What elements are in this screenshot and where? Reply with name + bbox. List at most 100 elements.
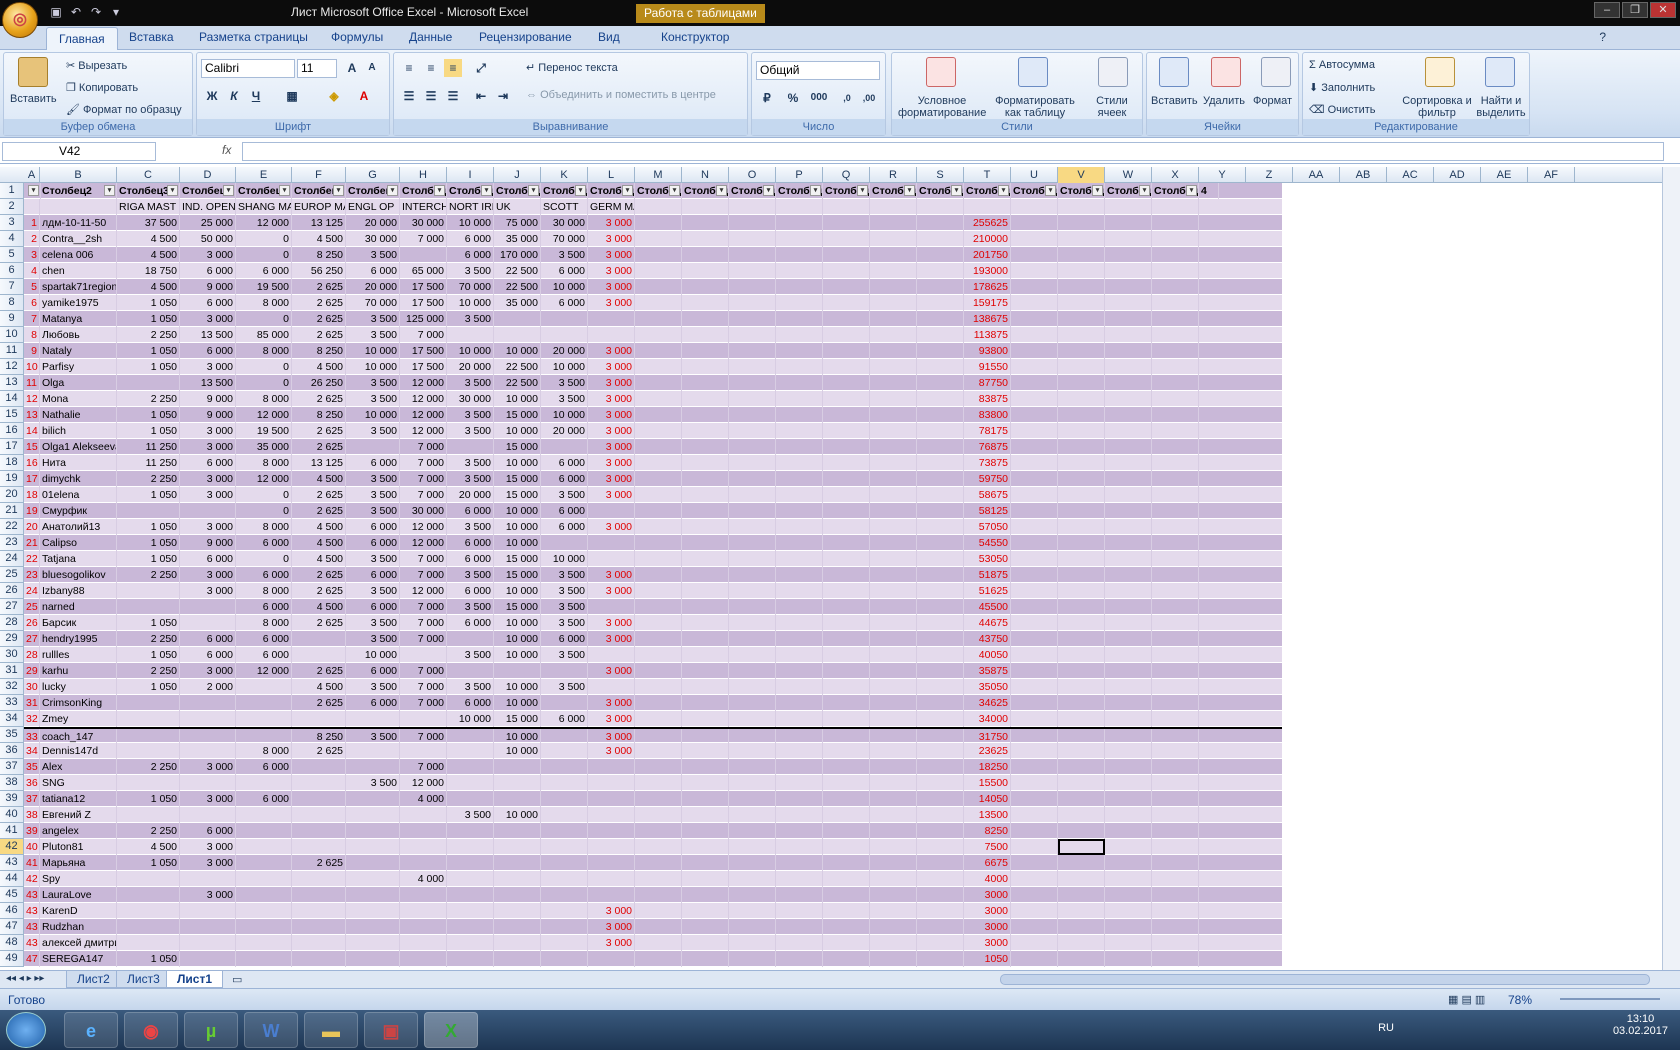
cell[interactable] [400,823,447,839]
row-header-25[interactable]: 25 [0,567,24,583]
cell[interactable]: 2 625 [292,615,346,631]
cell[interactable] [180,615,236,631]
cell[interactable] [1152,343,1199,359]
cell[interactable]: 5 [24,279,40,295]
column-filter-header[interactable]: Столбец11▾ [541,183,588,199]
column-filter-header[interactable]: Столбец17▾ [823,183,870,199]
cell[interactable] [776,663,823,679]
cell[interactable]: 2 625 [292,695,346,711]
cell[interactable]: лдм-10-11-50 [40,215,117,231]
cell[interactable] [1058,215,1105,231]
cell[interactable]: 6 000 [180,295,236,311]
row-header-33[interactable]: 33 [0,695,24,711]
cell[interactable] [447,327,494,343]
cell[interactable] [917,935,964,951]
cell[interactable]: Pluton81 [40,839,117,855]
cell[interactable]: 3 000 [588,215,635,231]
cell[interactable]: 2 625 [292,855,346,871]
tab-data[interactable]: Данные [409,30,452,44]
cell[interactable] [180,935,236,951]
cell[interactable]: 12 000 [236,215,292,231]
cell[interactable]: 3 000 [588,519,635,535]
cell[interactable] [1058,663,1105,679]
cell[interactable] [541,695,588,711]
cell[interactable] [117,935,180,951]
cell[interactable]: Parfisy [40,359,117,375]
cell[interactable] [1105,743,1152,759]
cell[interactable]: 4 000 [400,871,447,887]
cell[interactable] [1011,359,1058,375]
cell[interactable] [1152,487,1199,503]
cell[interactable]: 7 000 [400,599,447,615]
cell[interactable] [682,439,729,455]
cell[interactable]: 2 625 [292,487,346,503]
cell[interactable] [1105,423,1152,439]
cell[interactable] [682,327,729,343]
cell[interactable]: 70 000 [447,279,494,295]
column-header-v[interactable]: V [1058,167,1105,183]
row-header-37[interactable]: 37 [0,759,24,775]
cell[interactable]: 3 500 [346,327,400,343]
cell[interactable]: LauraLove [40,887,117,903]
chrome-icon[interactable]: ◉ [124,1012,178,1048]
column-filter-header[interactable]: Столбец23▾ [1105,183,1152,199]
cell[interactable]: Contra__2sh [40,231,117,247]
cell[interactable] [870,455,917,471]
cell[interactable] [494,887,541,903]
cell[interactable] [729,695,776,711]
shrink-font-icon[interactable]: A [363,59,381,77]
cell[interactable]: 10 000 [346,647,400,663]
cell[interactable] [1058,743,1105,759]
cell[interactable] [1058,823,1105,839]
row-header-45[interactable]: 45 [0,887,24,903]
filter-dropdown-icon[interactable]: ▾ [481,185,492,196]
cell[interactable] [1011,839,1058,855]
cell[interactable]: 4 500 [117,247,180,263]
column-filter-header[interactable]: Столбец7 ▾ [346,183,400,199]
cell[interactable] [729,647,776,663]
cell[interactable] [1152,391,1199,407]
cell[interactable]: 3 500 [541,583,588,599]
cell[interactable]: Izbany88 [40,583,117,599]
filter-dropdown-icon[interactable]: ▾ [1092,185,1103,196]
cell[interactable]: 2 625 [292,583,346,599]
cell[interactable]: 19 [24,503,40,519]
cell[interactable]: 138675 [964,311,1011,327]
cell[interactable] [917,823,964,839]
name-box[interactable]: V42 [2,142,156,161]
cell[interactable] [635,199,682,215]
cell[interactable] [1058,455,1105,471]
cell[interactable] [635,711,682,727]
cell[interactable]: 7 000 [400,487,447,503]
cell[interactable]: 10 000 [541,359,588,375]
cell[interactable] [541,919,588,935]
cell[interactable] [236,839,292,855]
cell[interactable] [494,775,541,791]
row-header-13[interactable]: 13 [0,375,24,391]
cell[interactable] [541,903,588,919]
cell[interactable] [236,935,292,951]
cell[interactable] [236,775,292,791]
cell[interactable]: 3 500 [447,679,494,695]
decrease-indent-icon[interactable]: ⇤ [472,87,490,105]
cell[interactable] [117,887,180,903]
cell[interactable]: 4 500 [117,231,180,247]
cell[interactable]: 14 [24,423,40,439]
cell[interactable] [870,519,917,535]
cell[interactable] [682,455,729,471]
cell[interactable]: 6 000 [236,647,292,663]
filter-dropdown-icon[interactable]: ▾ [716,185,727,196]
cell[interactable]: Mona [40,391,117,407]
cell[interactable]: 1 050 [117,407,180,423]
cell[interactable] [776,615,823,631]
cell[interactable] [635,935,682,951]
cell[interactable]: 4 500 [292,599,346,615]
cell[interactable] [117,599,180,615]
cell[interactable]: 3 500 [346,551,400,567]
cell[interactable] [1058,647,1105,663]
cell[interactable]: 1050 [964,951,1011,967]
cell[interactable] [1105,679,1152,695]
cell[interactable] [1152,823,1199,839]
cell[interactable] [1152,311,1199,327]
cell[interactable] [635,743,682,759]
